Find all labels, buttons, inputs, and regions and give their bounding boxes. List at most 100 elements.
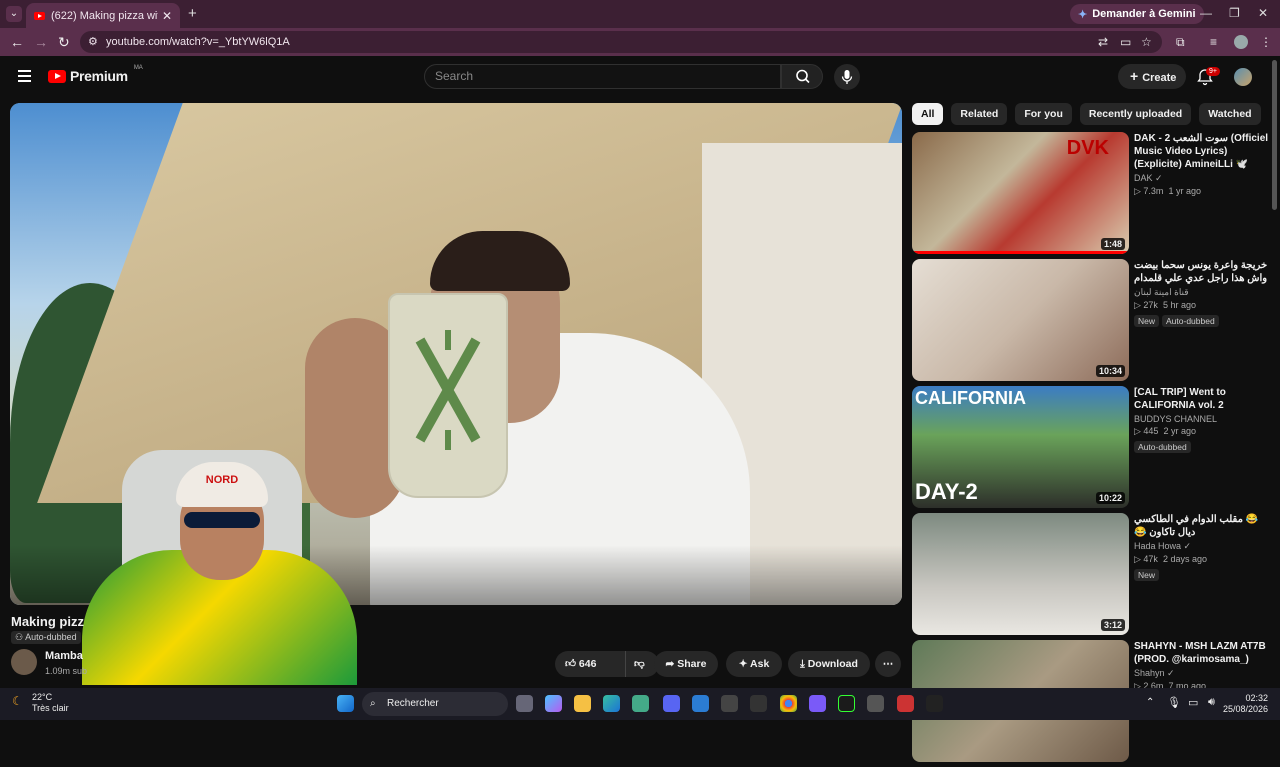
like-button[interactable]: 👍︎ 646 bbox=[565, 658, 596, 670]
more-actions-button[interactable]: ⋯ bbox=[875, 651, 901, 677]
chrome-icon[interactable] bbox=[780, 695, 797, 712]
channel-name[interactable]: BUDDYS CHANNEL bbox=[1134, 414, 1270, 424]
list-item[interactable]: CALIFORNIA DAY-2 10:22 [CAL TRIP] Went t… bbox=[912, 386, 1270, 513]
volume-icon[interactable]: 🔊︎ bbox=[1208, 696, 1215, 709]
discord-icon[interactable] bbox=[663, 695, 680, 712]
youtube-logo-icon bbox=[48, 69, 66, 83]
video-title[interactable]: SHAHYN - MSH LAZM AT7B (PROD. @karimosam… bbox=[1134, 640, 1270, 666]
chip-related[interactable]: Related bbox=[951, 103, 1008, 125]
tray-chevron-icon[interactable]: ⌃ bbox=[1146, 697, 1154, 708]
obs-icon[interactable] bbox=[867, 695, 884, 712]
list-item[interactable]: 3:12 😂 مقلب الدوام في الطاكسي ديال تاكاو… bbox=[912, 513, 1270, 640]
search-icon bbox=[796, 69, 810, 84]
capcut-icon[interactable] bbox=[926, 695, 943, 712]
copilot-icon[interactable] bbox=[545, 695, 562, 712]
gemini-button[interactable]: ✦ Demander à Gemini bbox=[1070, 4, 1204, 24]
taskbar: ☾ 22°C Très clair ⌕ Rechercher ⌃ 🎙︎ ▭ 🔊︎ … bbox=[0, 688, 1280, 720]
clock[interactable]: 02:32 25/08/2026 bbox=[1223, 693, 1268, 715]
video-duration: 1:48 bbox=[1100, 238, 1125, 250]
list-item[interactable]: DVK 1:48 DAK - سوت الشعب 2 (Officiel Mus… bbox=[912, 132, 1270, 259]
channel-name[interactable]: قناة امينة لبنان bbox=[1134, 287, 1270, 298]
new-tab-icon[interactable]: + bbox=[188, 5, 197, 22]
youtube-logo[interactable]: Premium MA bbox=[48, 65, 143, 84]
menu-icon[interactable] bbox=[18, 70, 31, 85]
browser-tab[interactable]: (622) Making pizza with my wif ✕ bbox=[26, 3, 180, 28]
weather-desc: Très clair bbox=[32, 703, 69, 713]
mail-icon[interactable] bbox=[692, 695, 709, 712]
verified-icon: ✓ bbox=[1183, 541, 1192, 551]
channel-name[interactable]: Mamba bbox=[45, 650, 83, 662]
url-text: youtube.com/watch?v=_YbtYW6lQ1A bbox=[106, 36, 290, 48]
plus-icon: + bbox=[1130, 68, 1139, 84]
edge-icon[interactable] bbox=[603, 695, 620, 712]
cast-icon[interactable]: ▭ bbox=[1120, 35, 1131, 49]
weather-icon: ☾ bbox=[12, 694, 23, 708]
extensions-icon[interactable]: ⧉ bbox=[1176, 35, 1185, 50]
chip-watched[interactable]: Watched bbox=[1199, 103, 1261, 125]
channel-name[interactable]: Hada Howa ✓ bbox=[1134, 541, 1270, 552]
store-icon[interactable] bbox=[632, 695, 649, 712]
video-title[interactable]: [CAL TRIP] Went to CALIFORNIA vol. 2 bbox=[1134, 386, 1270, 412]
weather-widget[interactable]: ☾ 22°C Très clair bbox=[12, 692, 69, 714]
reload-icon[interactable]: ↻ bbox=[58, 34, 70, 51]
video-title[interactable]: DAK - سوت الشعب 2 (Officiel Music Video … bbox=[1134, 132, 1270, 171]
network-icon[interactable]: ▭ bbox=[1188, 696, 1198, 709]
nvidia-icon[interactable] bbox=[838, 695, 855, 712]
profile-avatar[interactable] bbox=[1234, 35, 1248, 49]
voice-search-button[interactable] bbox=[834, 64, 860, 90]
chip-recently-uploaded[interactable]: Recently uploaded bbox=[1079, 103, 1192, 125]
bookmark-star-icon[interactable]: ☆ bbox=[1141, 35, 1152, 49]
steam-icon[interactable] bbox=[750, 695, 767, 712]
back-icon[interactable]: ← bbox=[10, 34, 24, 50]
video-title: Making pizz bbox=[11, 614, 84, 629]
search-button[interactable] bbox=[781, 64, 823, 89]
create-button[interactable]: + Create bbox=[1118, 64, 1186, 89]
video-info: 😂 مقلب الدوام في الطاكسي ديال تاكاون 😂 H… bbox=[1134, 513, 1270, 583]
video-info: SHAHYN - MSH LAZM AT7B (PROD. @karimosam… bbox=[1134, 640, 1270, 692]
close-tab-icon[interactable]: ✕ bbox=[162, 9, 172, 23]
chip-for-you[interactable]: For you bbox=[1015, 103, 1072, 125]
download-button[interactable]: ⤓ Download bbox=[788, 651, 870, 677]
search-input[interactable]: Search bbox=[424, 64, 781, 89]
tab-search-dropdown-icon[interactable]: ⌄ bbox=[6, 6, 22, 22]
channel-name[interactable]: Shahyn ✓ bbox=[1134, 668, 1270, 679]
video-title[interactable]: خريجة واعرة يونس سحما بيضت واش هذا راجل … bbox=[1134, 259, 1270, 285]
channel-name[interactable]: DAK ✓ bbox=[1134, 173, 1270, 184]
video-thumbnail[interactable]: CALIFORNIA DAY-2 10:22 bbox=[912, 386, 1129, 508]
video-thumbnail[interactable]: 3:12 bbox=[912, 513, 1129, 635]
tab-title: (622) Making pizza with my wif bbox=[51, 9, 158, 22]
dislike-button[interactable]: 👎︎ bbox=[625, 651, 645, 677]
video-thumbnail[interactable]: 10:34 bbox=[912, 259, 1129, 381]
maximize-icon[interactable]: ❐ bbox=[1229, 6, 1240, 20]
translate-icon[interactable]: ⇄ bbox=[1098, 35, 1108, 49]
start-windows-icon[interactable] bbox=[337, 695, 354, 712]
video-meta: ▷ 27k 5 hr ago bbox=[1134, 300, 1196, 310]
app-icon[interactable] bbox=[897, 695, 914, 712]
microphone-tray-icon[interactable]: 🎙︎ bbox=[1167, 696, 1181, 709]
video-thumbnail[interactable]: DVK 1:48 bbox=[912, 132, 1129, 254]
video-title[interactable]: 😂 مقلب الدوام في الطاكسي ديال تاكاون 😂 bbox=[1134, 513, 1270, 539]
video-duration: 10:22 bbox=[1095, 492, 1125, 504]
forward-icon[interactable]: → bbox=[34, 34, 48, 50]
game-icon[interactable] bbox=[809, 695, 826, 712]
share-button[interactable]: ➦ Share bbox=[654, 651, 718, 677]
chip-all[interactable]: All bbox=[912, 103, 944, 125]
url-field[interactable]: ⚙ youtube.com/watch?v=_YbtYW6lQ1A bbox=[80, 31, 1162, 53]
account-avatar[interactable] bbox=[1234, 68, 1252, 86]
media-icon[interactable]: ≡ bbox=[1210, 35, 1217, 49]
site-info-icon[interactable]: ⚙ bbox=[88, 31, 98, 53]
channel-avatar[interactable] bbox=[11, 649, 37, 675]
browser-menu-icon[interactable]: ⋮ bbox=[1260, 35, 1272, 49]
close-window-icon[interactable]: ✕ bbox=[1258, 6, 1268, 20]
download-icon: ⤓ bbox=[800, 658, 805, 670]
page-scrollbar[interactable] bbox=[1272, 60, 1277, 210]
task-view-icon[interactable] bbox=[516, 695, 533, 712]
weather-temp: 22°C bbox=[32, 692, 53, 702]
ask-button[interactable]: ✦ Ask bbox=[726, 651, 782, 677]
list-item[interactable]: 10:34 خريجة واعرة يونس سحما بيضت واش هذا… bbox=[912, 259, 1270, 386]
minimize-icon[interactable]: — bbox=[1200, 6, 1212, 20]
file-explorer-icon[interactable] bbox=[574, 695, 591, 712]
taskbar-search[interactable]: ⌕ Rechercher bbox=[362, 692, 508, 716]
video-meta: ▷ 7.3m 1 yr ago bbox=[1134, 186, 1201, 196]
app-icon[interactable] bbox=[721, 695, 738, 712]
